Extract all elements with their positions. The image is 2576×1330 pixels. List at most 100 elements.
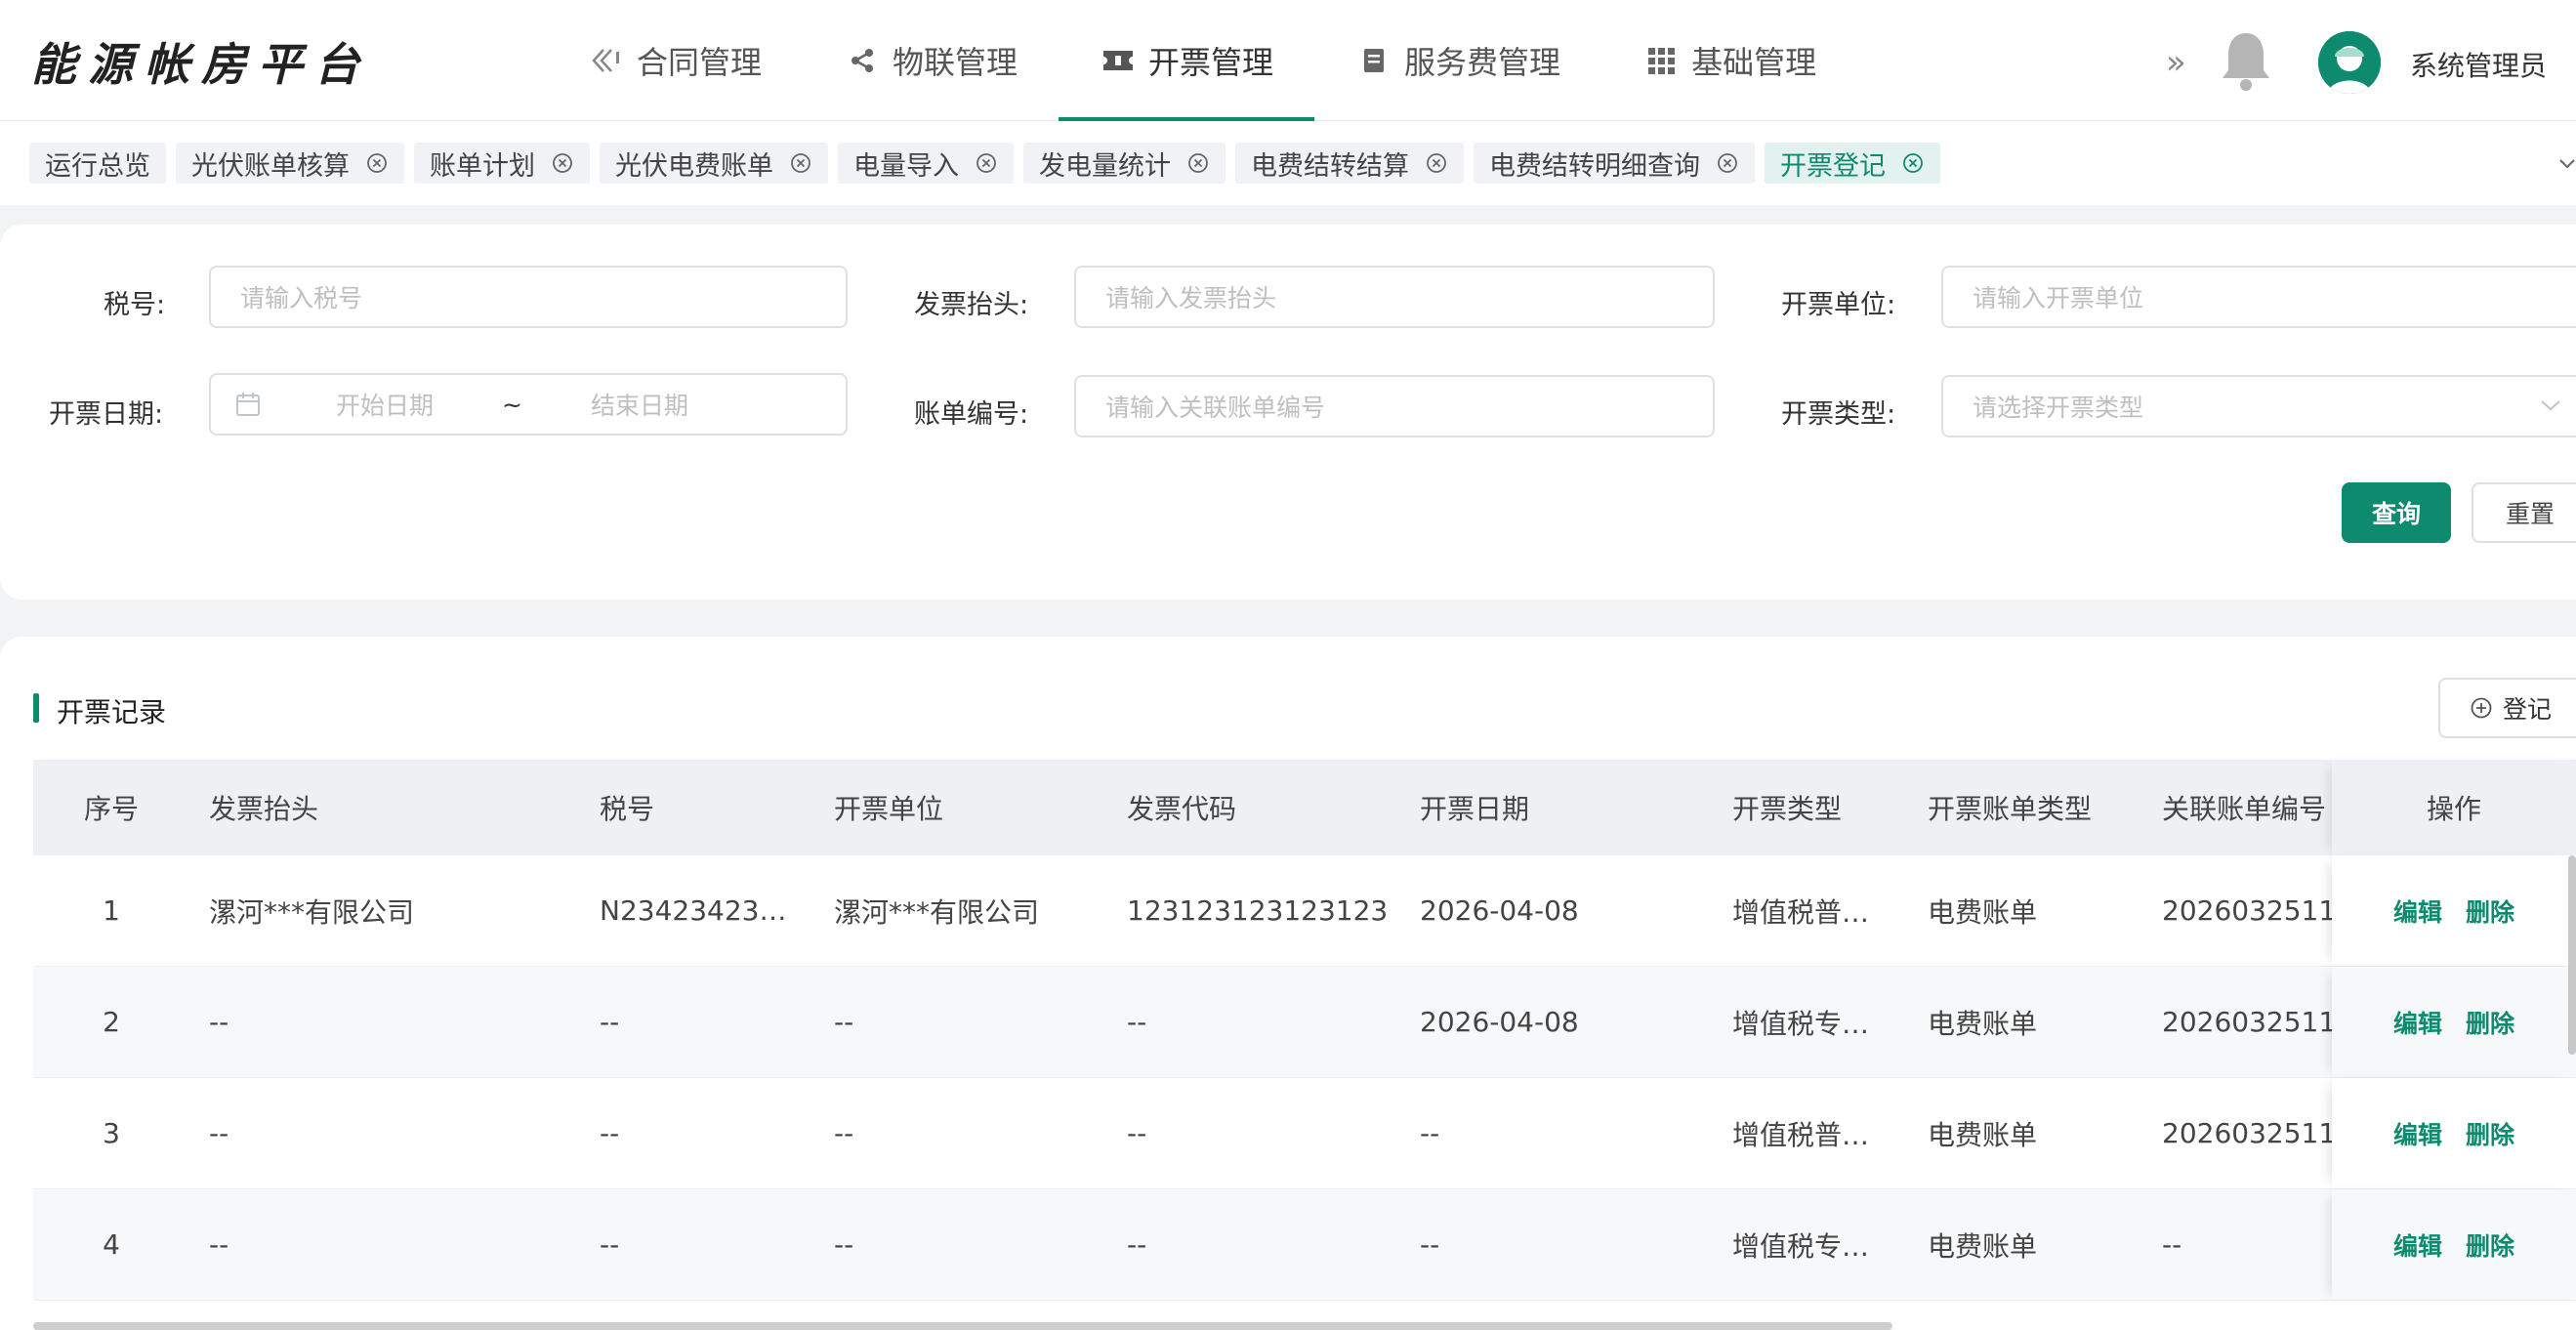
tab-label: 光伏电费账单	[615, 150, 773, 182]
invoice-header-input[interactable]: 请输入发票抬头	[1074, 266, 1715, 328]
close-icon[interactable]	[551, 151, 574, 175]
close-icon[interactable]	[975, 151, 998, 175]
cell-invoice-type: 增值税普…	[1732, 1118, 1870, 1151]
grid-icon	[1642, 42, 1680, 79]
cell-invoice-header: --	[209, 1006, 229, 1038]
tab-label: 运行总览	[45, 150, 150, 182]
date-end-placeholder[interactable]: 结束日期	[591, 387, 688, 422]
page-tabs: 运行总览 光伏账单核算 账单计划 光伏电费账单 电量导入 发电量统计 电费结转结…	[0, 121, 2576, 205]
cell-bill-number: 20260325110510	[2162, 1117, 2347, 1149]
nav-item-basic[interactable]: 基础管理	[1601, 0, 1857, 121]
cell-invoice-unit: --	[834, 1117, 854, 1149]
table-header: 序号 发票抬头 税号 开票单位 发票代码 开票日期 开票类型 开票账单类型 关联…	[33, 760, 2576, 855]
cell-invoice-date: --	[1420, 1117, 1440, 1149]
nav-item-service-fee[interactable]: 服务费管理	[1314, 0, 1601, 121]
cell-invoice-unit: --	[834, 1006, 854, 1038]
invoice-type-placeholder: 请选择开票类型	[1973, 394, 2144, 422]
date-range-picker[interactable]: 开始日期 ~ 结束日期	[209, 373, 848, 436]
invoice-type-select[interactable]: 请选择开票类型	[1941, 375, 2576, 437]
tab-invoice-register[interactable]: 开票登记	[1765, 143, 1940, 184]
column-header: 序号	[83, 793, 139, 825]
username[interactable]: 系统管理员	[2410, 45, 2547, 84]
column-header: 税号	[600, 793, 655, 825]
date-start-placeholder[interactable]: 开始日期	[336, 387, 434, 422]
query-button[interactable]: 查询	[2342, 482, 2451, 543]
delete-button[interactable]: 删除	[2466, 894, 2514, 929]
close-icon[interactable]	[365, 151, 389, 175]
bill-number-label: 账单编号:	[914, 399, 1029, 430]
tab-pv-electricity-bill[interactable]: 光伏电费账单	[600, 143, 828, 184]
cell-invoice-code: 123123123123123	[1127, 894, 1389, 927]
nav-label: 开票管理	[1148, 44, 1274, 81]
cell-tax-number: N23423423…	[600, 894, 785, 927]
close-icon[interactable]	[1186, 151, 1210, 175]
close-icon[interactable]	[1425, 151, 1448, 175]
horizontal-scrollbar[interactable]	[33, 1322, 1892, 1330]
bell-icon[interactable]	[2219, 29, 2273, 94]
cell-invoice-date: 2026-04-08	[1420, 1006, 1579, 1038]
tab-generation-stats[interactable]: 发电量统计	[1023, 143, 1226, 184]
invoice-unit-input[interactable]: 请输入开票单位	[1941, 266, 2576, 328]
column-header: 开票账单类型	[1928, 793, 2093, 825]
cell-invoice-type: 增值税专…	[1732, 1007, 1870, 1040]
cell-invoice-header: --	[209, 1117, 229, 1149]
column-header: 发票抬头	[209, 793, 319, 825]
edit-button[interactable]: 编辑	[2393, 1227, 2442, 1263]
tab-fee-carryover-detail[interactable]: 电费结转明细查询	[1474, 143, 1755, 184]
nav-label: 服务费管理	[1404, 44, 1561, 81]
close-icon[interactable]	[789, 151, 812, 175]
cell-invoice-type: 增值税专…	[1732, 1229, 1870, 1263]
delete-button[interactable]: 删除	[2466, 1116, 2514, 1151]
edit-button[interactable]: 编辑	[2393, 894, 2442, 929]
nav-item-iot[interactable]: 物联管理	[803, 0, 1059, 121]
nav-item-invoice[interactable]: 开票管理	[1059, 0, 1315, 121]
register-button[interactable]: 登记	[2438, 678, 2576, 738]
column-header: 开票日期	[1420, 793, 1530, 825]
section-title: 开票记录	[57, 696, 167, 728]
tab-label: 电费结转结算	[1251, 150, 1409, 182]
plus-circle-icon	[2470, 696, 2493, 720]
calendar-icon	[234, 391, 262, 418]
tab-fee-carryover[interactable]: 电费结转结算	[1235, 143, 1464, 184]
vertical-scrollbar[interactable]	[2568, 855, 2576, 1055]
invoice-unit-label: 开票单位:	[1781, 290, 1896, 320]
contract-icon	[588, 42, 625, 79]
cell-index: 2	[103, 1006, 120, 1038]
nav-item-contract[interactable]: 合同管理	[547, 0, 803, 121]
tab-power-import[interactable]: 电量导入	[838, 143, 1014, 184]
invoice-header-label: 发票抬头:	[914, 290, 1029, 320]
date-separator: ~	[502, 390, 522, 419]
tab-label: 电费结转明细查询	[1489, 150, 1700, 182]
invoice-table: 序号 发票抬头 税号 开票单位 发票代码 开票日期 开票类型 开票账单类型 关联…	[33, 760, 2576, 1301]
tabs-dropdown-chevron-icon[interactable]	[2558, 152, 2576, 177]
cell-index: 4	[103, 1228, 120, 1261]
nav-label: 物联管理	[893, 44, 1018, 81]
edit-button[interactable]: 编辑	[2393, 1005, 2442, 1040]
close-icon[interactable]	[1901, 151, 1925, 175]
delete-button[interactable]: 删除	[2466, 1005, 2514, 1040]
nav-more-arrow-icon[interactable]: »	[2166, 43, 2186, 82]
tab-pv-bill-accounting[interactable]: 光伏账单核算	[176, 143, 404, 184]
records-panel: 开票记录 登记 序号 发票抬头 税号 开票单位 发票代码 开票日期 开票类型 开…	[0, 637, 2576, 1330]
table-row: 2 -- -- -- -- 2026-04-08 增值税专… 电费账单 2026…	[33, 967, 2576, 1078]
row-actions: 编辑 删除	[2332, 1189, 2576, 1300]
tab-bill-plan[interactable]: 账单计划	[414, 143, 590, 184]
share-icon	[844, 42, 881, 79]
cell-invoice-code: --	[1127, 1117, 1147, 1149]
tab-overview[interactable]: 运行总览	[29, 143, 166, 184]
column-header: 关联账单编号	[2162, 793, 2327, 825]
bill-number-input[interactable]: 请输入关联账单编号	[1074, 375, 1715, 437]
cell-invoice-date: 2026-04-08	[1420, 894, 1579, 927]
cell-tax-number: --	[600, 1228, 620, 1261]
cell-invoice-unit: --	[834, 1228, 854, 1261]
tax-input[interactable]: 请输入税号	[209, 266, 848, 328]
delete-button[interactable]: 删除	[2466, 1227, 2514, 1263]
close-icon[interactable]	[1716, 151, 1739, 175]
tab-label: 发电量统计	[1039, 150, 1171, 182]
edit-button[interactable]: 编辑	[2393, 1116, 2442, 1151]
cell-invoice-code: --	[1127, 1228, 1147, 1261]
tab-label: 光伏账单核算	[191, 150, 350, 182]
avatar[interactable]	[2318, 31, 2381, 94]
row-actions: 编辑 删除	[2332, 1078, 2576, 1188]
reset-button[interactable]: 重置	[2472, 482, 2576, 543]
